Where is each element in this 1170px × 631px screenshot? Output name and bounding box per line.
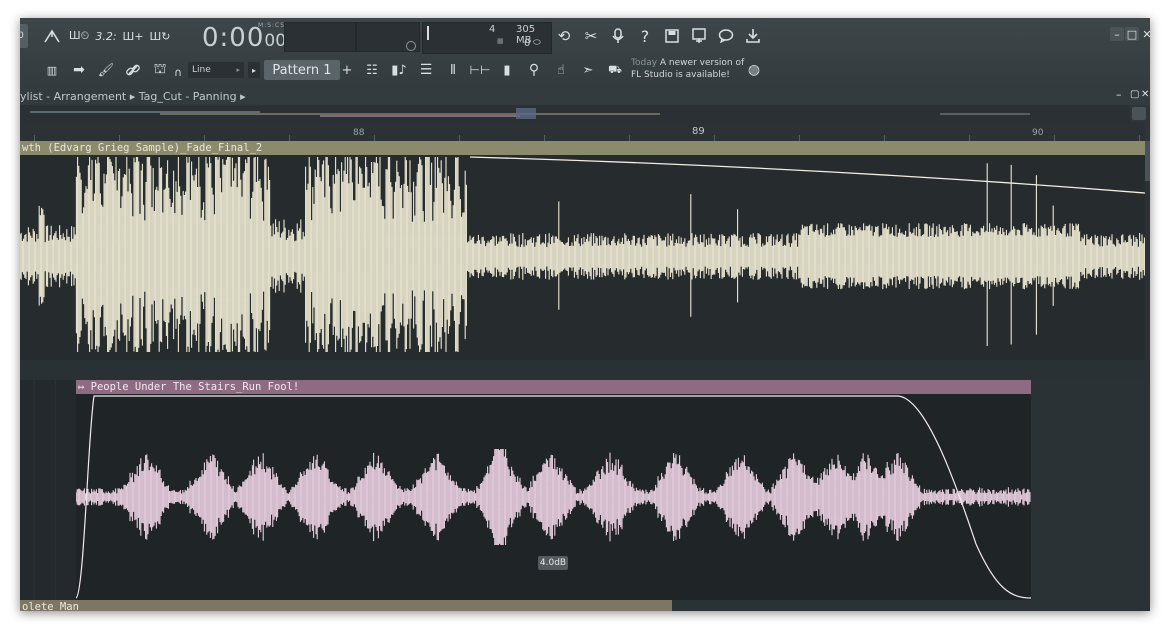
cpu-value: 4 bbox=[489, 24, 496, 35]
countdown-button[interactable]: 3.2: bbox=[94, 24, 118, 48]
metronome-icon[interactable] bbox=[40, 24, 64, 48]
fl-studio-window: 0 Ш⏲ 3.2: Ш+ Ш↻ 0:00 00 M:S:CS 4 ▦ 305 MB… bbox=[20, 18, 1150, 611]
link-icon[interactable] bbox=[121, 58, 145, 82]
overview-clip bbox=[940, 113, 1030, 115]
overview-clip bbox=[320, 115, 520, 117]
clip-header-grieg[interactable]: wth (Edvarg Grieg Sample)_Fade_Final_2 bbox=[20, 141, 1145, 155]
overview-scroll-right-icon[interactable] bbox=[1132, 107, 1146, 120]
playlist-overview-scrollbar[interactable] bbox=[20, 105, 1130, 122]
arrow-right-icon[interactable]: ➡ bbox=[67, 58, 91, 82]
ruler-bar-label: 89 bbox=[692, 126, 705, 137]
plugin-icon[interactable]: ⚲ bbox=[522, 58, 546, 82]
project-file-icon[interactable]: ▮ bbox=[495, 58, 519, 82]
clip-header-people-under-the-stairs[interactable]: ↦ People Under The Stairs_Run Fool! bbox=[76, 380, 1031, 394]
ruler-bar-label: 90 bbox=[1032, 128, 1044, 138]
channel-rack-icon[interactable]: ☰ bbox=[414, 58, 438, 82]
snap-select-value: Line bbox=[192, 65, 211, 75]
ruler-bar-label: 88 bbox=[353, 128, 365, 138]
shop-cart-icon[interactable]: ⛟ bbox=[603, 58, 627, 82]
playlist-icon[interactable]: ☷ bbox=[360, 58, 384, 82]
pattern-label: Pattern 1 bbox=[272, 62, 332, 78]
polyphony-icon: ⬭ bbox=[533, 38, 541, 48]
snap-select[interactable]: Line ▸ bbox=[188, 62, 244, 78]
time-format-label: M:S:CS bbox=[258, 22, 286, 29]
feedback-icon[interactable] bbox=[714, 24, 738, 48]
magnet-icon[interactable]: ∩ bbox=[172, 60, 184, 84]
timeline-ruler[interactable]: 88 89 90 bbox=[20, 122, 1145, 141]
polyphony-value: 0 bbox=[524, 38, 531, 49]
vertical-scrollbar[interactable] bbox=[1145, 141, 1150, 611]
add-pattern-button[interactable]: + bbox=[340, 60, 354, 80]
overview-view-window[interactable] bbox=[516, 108, 536, 119]
maximize-icon[interactable]: □ bbox=[1125, 27, 1139, 41]
mixer-icon[interactable]: ⫴ bbox=[441, 58, 465, 82]
cpu-meter bbox=[427, 26, 429, 40]
menu-edge-button[interactable]: 0 bbox=[20, 24, 28, 48]
close-icon[interactable]: ✕ bbox=[1140, 27, 1150, 41]
pattern-prev-icon[interactable]: ▸ bbox=[248, 62, 260, 78]
vertical-scroll-thumb[interactable] bbox=[1145, 141, 1150, 181]
download-icon[interactable] bbox=[741, 24, 765, 48]
wait-for-input-icon[interactable]: Ш⏲ bbox=[67, 24, 91, 48]
stamp-icon[interactable]: ⛫ bbox=[148, 58, 172, 82]
volume-automation-line[interactable] bbox=[469, 156, 1145, 194]
piano-roll-view-icon[interactable]: ▮♪ bbox=[387, 58, 411, 82]
master-volume-panel[interactable] bbox=[284, 22, 356, 52]
update-notice[interactable]: Today A newer version of FL Studio is av… bbox=[631, 57, 759, 85]
playlist-minimize-icon[interactable]: – bbox=[1116, 88, 1122, 101]
save-icon[interactable] bbox=[660, 24, 684, 48]
cut-tool-icon[interactable]: ✂ bbox=[579, 24, 603, 48]
pitch-knob-icon[interactable] bbox=[406, 41, 416, 51]
time-main: 0:00 bbox=[202, 23, 265, 53]
playlist-close-icon[interactable]: ✕ bbox=[1141, 89, 1149, 100]
notice-day: Today bbox=[631, 58, 658, 68]
record-audio-icon[interactable] bbox=[606, 24, 630, 48]
globe-icon[interactable]: ◍ bbox=[742, 58, 766, 82]
notice-line-1: A newer version of bbox=[659, 58, 745, 68]
step-edit-icon[interactable]: Ш+ bbox=[121, 24, 145, 48]
undo-history-icon[interactable]: ⟲ bbox=[552, 24, 576, 48]
volume-tooltip: 4.0dB bbox=[538, 556, 568, 570]
main-toolbar: 0 Ш⏲ 3.2: Ш+ Ш↻ 0:00 00 M:S:CS 4 ▦ 305 MB… bbox=[20, 18, 1150, 89]
save-new-version-icon[interactable] bbox=[687, 24, 711, 48]
plugin-picker-icon[interactable]: ➣ bbox=[576, 58, 600, 82]
piano-roll-icon[interactable]: ▥ bbox=[40, 58, 64, 82]
pattern-selector[interactable]: Pattern 1 bbox=[264, 60, 340, 80]
playlist-tracks[interactable]: wth (Edvarg Grieg Sample)_Fade_Final_2 ↦… bbox=[20, 141, 1145, 611]
breadcrumb[interactable]: ylist - Arrangement ▸ Tag_Cut - Panning … bbox=[20, 90, 246, 103]
playlist-header: ylist - Arrangement ▸ Tag_Cut - Panning … bbox=[20, 88, 1150, 105]
ram-icon: ▦ bbox=[497, 37, 504, 45]
browser-icon[interactable]: ⊢⊢ bbox=[468, 58, 492, 82]
clip-header-obsolete-man[interactable]: olete Man bbox=[20, 600, 672, 611]
clip-body-grieg[interactable] bbox=[20, 155, 1145, 360]
help-icon[interactable]: ? bbox=[633, 24, 657, 48]
playlist-maximize-icon[interactable]: ▢ bbox=[1130, 89, 1139, 100]
dropdown-arrow-icon: ▸ bbox=[236, 66, 240, 74]
minimize-icon[interactable]: – bbox=[1110, 27, 1124, 41]
song-position-clock[interactable]: 0:00 00 M:S:CS bbox=[202, 22, 287, 53]
cpu-memory-monitor: 4 ▦ 305 MB 0 ⬭ bbox=[422, 22, 552, 54]
waveform-grieg bbox=[20, 156, 1145, 352]
time-sub: 00 bbox=[264, 31, 287, 51]
touch-controller-icon[interactable]: ☝ bbox=[549, 58, 573, 82]
notice-line-2: FL Studio is available! bbox=[631, 70, 730, 80]
paint-brush-icon[interactable]: 🖌 bbox=[94, 58, 118, 82]
loop-record-icon[interactable]: Ш↻ bbox=[148, 24, 172, 48]
